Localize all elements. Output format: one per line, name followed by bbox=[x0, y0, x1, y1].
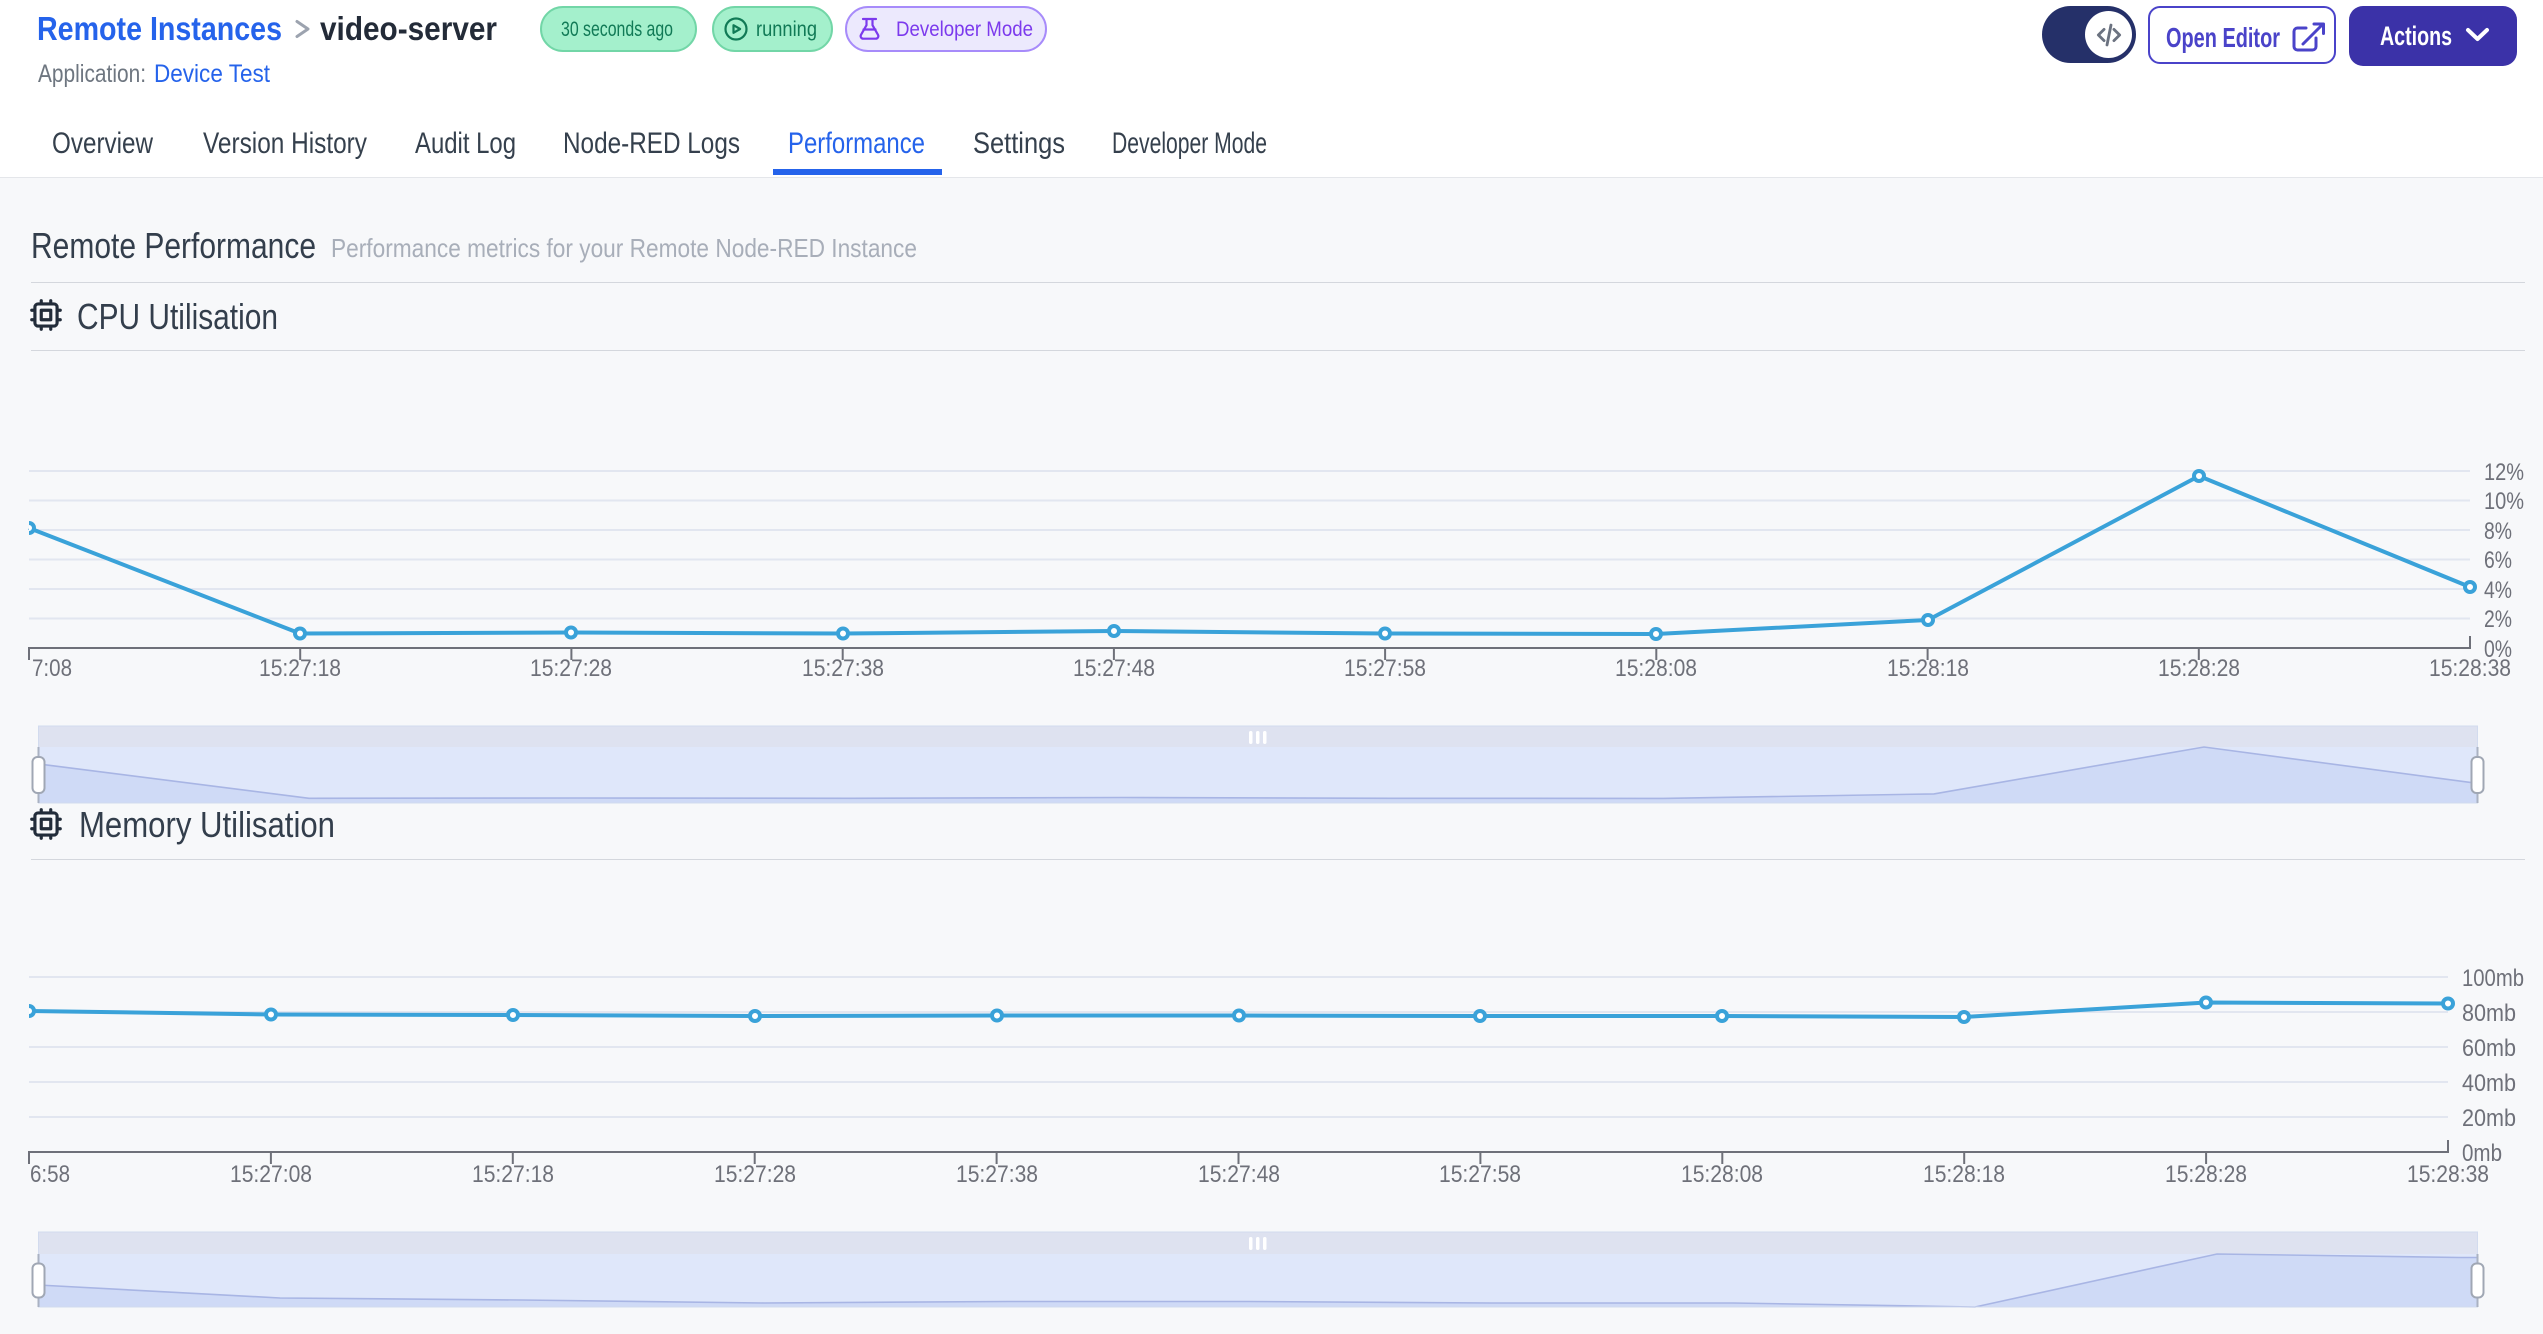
svg-text:20mb: 20mb bbox=[2462, 1105, 2516, 1132]
svg-text:15:28:18: 15:28:18 bbox=[1887, 655, 1969, 682]
svg-text:Overview: Overview bbox=[52, 127, 153, 160]
svg-text:15:28:28: 15:28:28 bbox=[2158, 655, 2240, 682]
svg-text:Memory Utilisation: Memory Utilisation bbox=[79, 804, 335, 845]
svg-text:10%: 10% bbox=[2484, 488, 2524, 515]
svg-text:15:28:18: 15:28:18 bbox=[1923, 1161, 2005, 1188]
svg-text:15:27:08: 15:27:08 bbox=[230, 1161, 312, 1188]
svg-text:15:27:48: 15:27:48 bbox=[1073, 655, 1155, 682]
svg-text:15:28:38: 15:28:38 bbox=[2429, 655, 2511, 682]
svg-text:6:58: 6:58 bbox=[30, 1161, 70, 1188]
svg-text:CPU Utilisation: CPU Utilisation bbox=[77, 296, 278, 337]
svg-text:video-server: video-server bbox=[320, 10, 497, 47]
svg-text:Version History: Version History bbox=[203, 127, 367, 160]
svg-text:Application:: Application: bbox=[38, 60, 146, 88]
svg-text:2%: 2% bbox=[2484, 606, 2512, 633]
svg-text:15:28:38: 15:28:38 bbox=[2407, 1161, 2489, 1188]
svg-text:40mb: 40mb bbox=[2462, 1070, 2516, 1097]
svg-text:15:27:28: 15:27:28 bbox=[530, 655, 612, 682]
svg-text:12%: 12% bbox=[2484, 459, 2524, 486]
svg-text:Developer Mode: Developer Mode bbox=[1112, 127, 1267, 160]
svg-text:7:08: 7:08 bbox=[32, 655, 72, 682]
svg-text:Settings: Settings bbox=[973, 127, 1065, 160]
svg-text:60mb: 60mb bbox=[2462, 1035, 2516, 1062]
svg-text:Performance: Performance bbox=[788, 127, 925, 160]
svg-text:Actions: Actions bbox=[2380, 21, 2452, 51]
svg-text:15:27:38: 15:27:38 bbox=[802, 655, 884, 682]
svg-text:15:27:38: 15:27:38 bbox=[956, 1161, 1038, 1188]
svg-text:Node-RED Logs: Node-RED Logs bbox=[563, 127, 740, 160]
svg-text:Device Test: Device Test bbox=[154, 60, 270, 88]
svg-text:15:27:58: 15:27:58 bbox=[1344, 655, 1426, 682]
svg-text:running: running bbox=[756, 18, 817, 41]
svg-text:100mb: 100mb bbox=[2462, 965, 2524, 992]
svg-text:80mb: 80mb bbox=[2462, 1000, 2516, 1027]
svg-text:15:27:48: 15:27:48 bbox=[1198, 1161, 1280, 1188]
svg-text:8%: 8% bbox=[2484, 518, 2512, 545]
svg-text:15:28:28: 15:28:28 bbox=[2165, 1161, 2247, 1188]
svg-text:30 seconds ago: 30 seconds ago bbox=[561, 18, 673, 41]
svg-text:Remote Performance: Remote Performance bbox=[31, 225, 316, 266]
svg-text:Remote Instances: Remote Instances bbox=[37, 10, 282, 47]
svg-text:15:27:18: 15:27:18 bbox=[472, 1161, 554, 1188]
svg-text:15:28:08: 15:28:08 bbox=[1681, 1161, 1763, 1188]
svg-text:15:27:58: 15:27:58 bbox=[1439, 1161, 1521, 1188]
svg-text:4%: 4% bbox=[2484, 577, 2512, 604]
svg-text:15:28:08: 15:28:08 bbox=[1615, 655, 1697, 682]
svg-text:6%: 6% bbox=[2484, 547, 2512, 574]
svg-text:Open Editor: Open Editor bbox=[2166, 22, 2280, 53]
svg-text:15:27:18: 15:27:18 bbox=[259, 655, 341, 682]
svg-text:Performance metrics for your R: Performance metrics for your Remote Node… bbox=[331, 233, 917, 263]
svg-text:Developer Mode: Developer Mode bbox=[896, 18, 1033, 41]
svg-text:15:27:28: 15:27:28 bbox=[714, 1161, 796, 1188]
svg-text:Audit Log: Audit Log bbox=[415, 127, 516, 160]
